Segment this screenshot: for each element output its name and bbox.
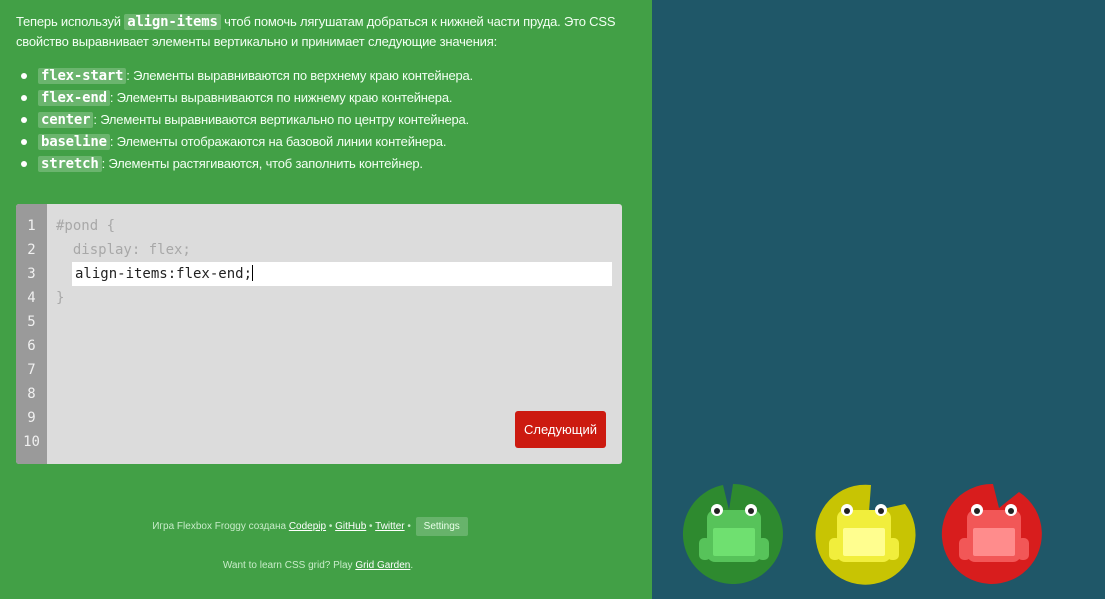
promo-suffix: .: [410, 560, 414, 571]
next-button[interactable]: Следующий: [515, 411, 606, 448]
line-number: 8: [27, 386, 36, 402]
value-description: : Элементы выравниваются по нижнему краю…: [109, 90, 453, 105]
green-lilypad-frog-icon: [682, 484, 783, 584]
pond: [652, 0, 1105, 599]
values-list: flex-start: Элементы выравниваются по ве…: [21, 65, 628, 175]
settings-button[interactable]: Settings: [415, 517, 468, 536]
promo-prefix: Want to learn CSS grid? Play: [222, 560, 356, 571]
instructions-text: Теперь используй align-items чтоб помочь…: [16, 12, 626, 52]
line-number: 1: [27, 218, 36, 234]
codepip-link[interactable]: Codepip: [289, 521, 326, 532]
value-code: baseline: [38, 134, 110, 150]
line-number: 6: [27, 338, 36, 354]
credits-footer: Игра Flexbox Froggy создана Codepip • Gi…: [0, 517, 620, 536]
instructions-part1: Теперь используй: [16, 14, 125, 29]
value-code: flex-start: [38, 68, 127, 84]
grid-garden-link[interactable]: Grid Garden: [355, 560, 410, 571]
value-description: : Элементы выравниваются по верхнему кра…: [126, 68, 473, 83]
line-number: 10: [23, 434, 40, 450]
value-code: stretch: [38, 156, 102, 172]
value-code: flex-end: [38, 90, 110, 106]
list-item: center: Элементы выравниваются вертикаль…: [21, 109, 628, 131]
line-number: 5: [27, 314, 36, 330]
list-item: flex-end: Элементы выравниваются по нижн…: [21, 87, 628, 109]
value-code: center: [38, 112, 94, 128]
list-item: baseline: Элементы отображаются на базов…: [21, 131, 628, 153]
line-number: 2: [27, 242, 36, 258]
property-code: align-items: [124, 14, 221, 30]
value-description: : Элементы отображаются на базовой линии…: [109, 134, 447, 149]
grid-garden-promo: Want to learn CSS grid? Play Grid Garden…: [0, 560, 636, 571]
line-number: 7: [27, 362, 36, 378]
css-input[interactable]: align-items:flex-end;: [72, 262, 612, 286]
separator: •: [404, 521, 414, 532]
line-number: 4: [27, 290, 36, 306]
line-number: 9: [27, 410, 36, 426]
github-link[interactable]: GitHub: [335, 521, 366, 532]
twitter-link[interactable]: Twitter: [375, 521, 404, 532]
credits-prefix: Игра Flexbox Froggy создана: [152, 521, 289, 532]
instructions-panel: Теперь используй align-items чтоб помочь…: [0, 0, 652, 599]
code-line-close: }: [56, 290, 65, 306]
line-number-gutter: 1 2 3 4 5 6 7 8 9 10: [16, 204, 47, 464]
red-lilypad-frog-icon: [941, 483, 1042, 584]
text-caret: [252, 265, 254, 281]
code-line-selector: #pond {: [56, 218, 116, 234]
code-line-display: display: flex;: [56, 242, 191, 258]
code-editor: 1 2 3 4 5 6 7 8 9 10 #pond { display: fl…: [16, 204, 622, 464]
value-description: : Элементы растягиваются, чтоб заполнить…: [101, 156, 423, 171]
css-input-value: align-items:flex-end;: [75, 266, 253, 282]
yellow-lilypad-frog-icon: [815, 484, 916, 585]
separator: •: [366, 521, 376, 532]
separator: •: [326, 521, 336, 532]
value-description: : Элементы выравниваются вертикально по …: [93, 112, 469, 127]
line-number: 3: [27, 266, 36, 282]
list-item: flex-start: Элементы выравниваются по ве…: [21, 65, 628, 87]
list-item: stretch: Элементы растягиваются, чтоб за…: [21, 153, 628, 175]
